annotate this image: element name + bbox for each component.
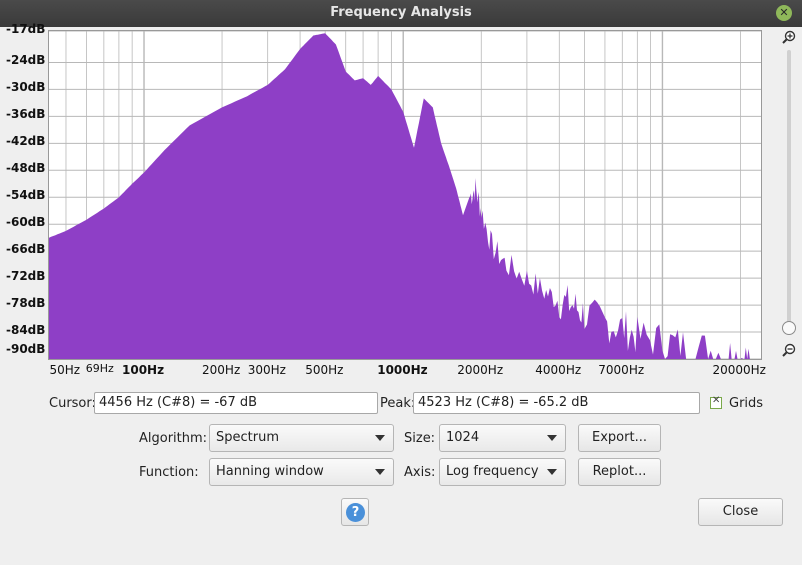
y-tick-label: -84dB bbox=[6, 323, 46, 338]
axis-label: Axis: bbox=[404, 465, 436, 480]
help-icon: ? bbox=[346, 503, 365, 522]
x-tick-label: 100Hz bbox=[122, 363, 165, 377]
grids-label: Grids bbox=[729, 396, 764, 411]
y-tick-label: -60dB bbox=[6, 215, 46, 230]
slider-knob[interactable] bbox=[782, 321, 796, 335]
y-tick-label: -78dB bbox=[6, 296, 46, 311]
algorithm-value: Spectrum bbox=[216, 430, 279, 445]
x-tick-label: 1000Hz bbox=[377, 363, 428, 377]
peak-label: Peak: bbox=[380, 396, 416, 411]
slider-track[interactable] bbox=[787, 50, 791, 330]
window-title: Frequency Analysis bbox=[330, 5, 472, 20]
axis-select[interactable]: Log frequency bbox=[439, 458, 566, 486]
chevron-down-icon bbox=[375, 435, 385, 441]
x-tick-label: 50Hz bbox=[49, 363, 81, 377]
spectrum-svg bbox=[49, 31, 761, 359]
size-select[interactable]: 1024 bbox=[439, 424, 566, 452]
chevron-down-icon bbox=[547, 435, 557, 441]
y-tick-label: -48dB bbox=[6, 161, 46, 176]
x-tick-label: 7000Hz bbox=[598, 363, 645, 377]
axis-value: Log frequency bbox=[446, 464, 539, 479]
export-button[interactable]: Export... bbox=[578, 424, 661, 452]
y-tick-label: -24dB bbox=[6, 53, 46, 68]
chevron-down-icon bbox=[375, 469, 385, 475]
x-tick-label: 500Hz bbox=[305, 363, 344, 377]
function-value: Hanning window bbox=[216, 464, 324, 479]
function-label: Function: bbox=[139, 465, 199, 480]
y-tick-label: -66dB bbox=[6, 242, 46, 257]
close-icon[interactable]: ✕ bbox=[776, 5, 792, 21]
close-button[interactable]: Close bbox=[698, 498, 783, 526]
chevron-down-icon bbox=[547, 469, 557, 475]
x-tick-label: 300Hz bbox=[247, 363, 286, 377]
y-tick-label: -30dB bbox=[6, 80, 46, 95]
function-select[interactable]: Hanning window bbox=[209, 458, 394, 486]
zoom-in-icon[interactable] bbox=[782, 30, 796, 44]
size-value: 1024 bbox=[446, 430, 480, 445]
y-tick-label: -17dB bbox=[6, 22, 46, 36]
x-tick-label: 69Hz bbox=[85, 362, 114, 375]
grids-checkbox[interactable] bbox=[710, 395, 722, 409]
title-bar: Frequency Analysis ✕ bbox=[0, 0, 802, 27]
y-tick-label: -72dB bbox=[6, 269, 46, 284]
x-tick-label: 2000Hz bbox=[457, 363, 504, 377]
size-label: Size: bbox=[404, 431, 436, 446]
y-tick-label: -42dB bbox=[6, 134, 46, 149]
algorithm-select[interactable]: Spectrum bbox=[209, 424, 394, 452]
algorithm-label: Algorithm: bbox=[139, 431, 208, 446]
y-tick-label: -36dB bbox=[6, 107, 46, 122]
cursor-field[interactable]: 4456 Hz (C#8) = -67 dB bbox=[94, 392, 378, 414]
spectrum-area bbox=[49, 33, 752, 359]
x-tick-label: 4000Hz bbox=[535, 363, 582, 377]
spectrum-plot[interactable] bbox=[48, 30, 762, 360]
help-button[interactable]: ? bbox=[341, 498, 369, 526]
cursor-label: Cursor: bbox=[49, 396, 96, 411]
y-tick-label: -54dB bbox=[6, 188, 46, 203]
zoom-out-icon[interactable] bbox=[782, 343, 796, 357]
replot-button[interactable]: Replot... bbox=[578, 458, 661, 486]
vertical-zoom-slider[interactable] bbox=[782, 30, 796, 358]
x-tick-label: 200Hz bbox=[202, 363, 241, 377]
x-tick-label: 20000Hz bbox=[712, 363, 766, 377]
peak-field[interactable]: 4523 Hz (C#8) = -65.2 dB bbox=[413, 392, 700, 414]
y-tick-label: -90dB bbox=[6, 342, 46, 356]
